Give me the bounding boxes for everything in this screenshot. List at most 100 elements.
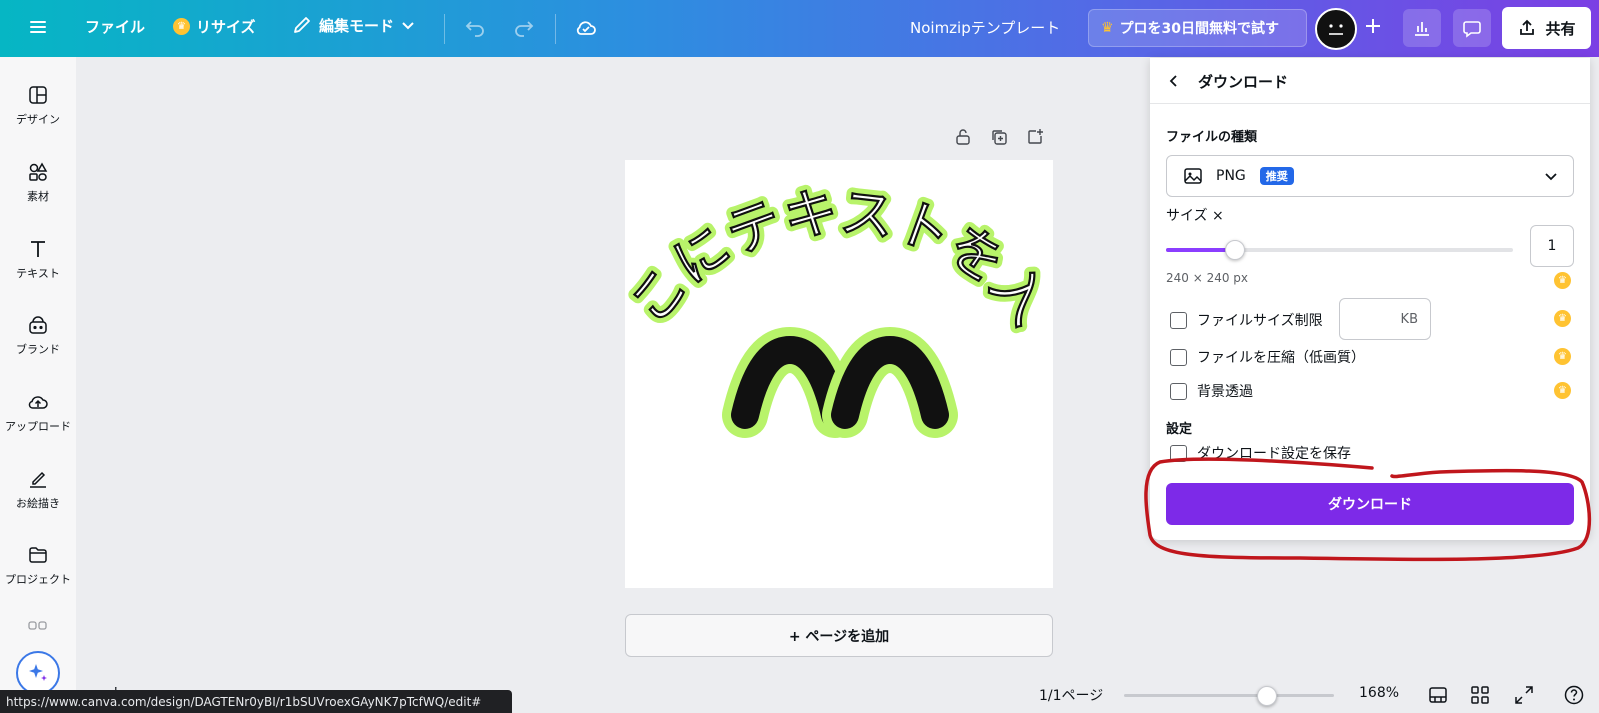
help-icon[interactable] (1563, 684, 1585, 706)
share-icon (1520, 19, 1535, 35)
document-title[interactable]: Noimzipテンプレート (910, 17, 1060, 38)
edit-mode-label: 編集モード (319, 16, 395, 35)
download-button[interactable]: ダウンロード (1166, 483, 1574, 525)
transparent-bg-checkbox[interactable] (1170, 382, 1187, 400)
resize-button[interactable]: ♛ リサイズ (173, 16, 256, 37)
crown-icon: ♛ (173, 18, 190, 35)
download-button-label: ダウンロード (1328, 497, 1412, 513)
sidebar-item-text[interactable]: テキスト (0, 224, 76, 294)
sidebar-item-label: ブランド (16, 342, 60, 356)
file-type-heading: ファイルの種類 (1166, 130, 1258, 145)
chevron-down-icon (1545, 173, 1557, 181)
grid-view-icon[interactable] (1469, 684, 1491, 706)
settings-heading: 設定 (1166, 422, 1193, 437)
page-tools (954, 128, 1044, 146)
pro-trial-button[interactable]: ♛ プロを30日間無料で試す (1088, 9, 1307, 47)
sidebar-item-draw[interactable]: お絵描き (0, 454, 76, 524)
file-menu-label: ファイル (85, 18, 146, 36)
avatar[interactable] (1315, 8, 1357, 50)
apps-icon[interactable] (28, 620, 48, 639)
arc-text: ここにテキストを入力 (625, 160, 1053, 336)
file-size-limit-checkbox[interactable] (1170, 311, 1187, 329)
zoom-slider[interactable] (1124, 686, 1334, 706)
sidebar-item-label: プロジェクト (5, 572, 71, 586)
document-title-text: Noimzipテンプレート (910, 19, 1061, 37)
url-text: https://www.canva.com/design/DAGTENr0yBI… (6, 694, 482, 709)
insights-button[interactable] (1403, 9, 1441, 47)
sidebar-item-uploads[interactable]: アップロード (0, 377, 76, 447)
compress-checkbox[interactable] (1170, 348, 1187, 366)
redo-icon (515, 21, 534, 37)
add-page-icon[interactable] (1026, 128, 1044, 146)
size-slider[interactable] (1166, 240, 1513, 260)
sidebar-item-projects[interactable]: プロジェクト (0, 530, 76, 600)
duplicate-page-icon[interactable] (990, 128, 1008, 146)
crown-icon: ♛ (1554, 382, 1571, 399)
fullscreen-icon[interactable] (1513, 684, 1535, 706)
image-icon (1184, 168, 1202, 184)
save-settings-option[interactable]: ダウンロード設定を保存 (1170, 443, 1351, 463)
zoom-level[interactable]: 168% (1359, 685, 1399, 701)
transparent-bg-label: 背景透過 (1197, 384, 1253, 400)
sidebar-item-label: デザイン (16, 112, 60, 126)
canvas-artwork: ここにテキストを入力 ここにテキストを入力 (592, 104, 1067, 438)
crown-icon: ♛ (1101, 20, 1114, 36)
text-icon (31, 240, 45, 257)
eyes-graphic (722, 326, 958, 438)
pro-trial-label: プロを30日間無料で試す (1119, 21, 1280, 37)
file-size-limit-input[interactable]: KB (1339, 298, 1431, 340)
draw-icon (30, 471, 46, 488)
size-slider-handle[interactable] (1225, 240, 1246, 260)
compress-option[interactable]: ファイルを圧縮（低画質） (1170, 347, 1365, 367)
lock-icon[interactable] (954, 128, 972, 146)
sparkle-icon (29, 664, 47, 681)
menu-button[interactable] (28, 17, 48, 37)
crown-icon: ♛ (1554, 310, 1571, 327)
file-type-select[interactable]: PNG 推奨 (1166, 155, 1574, 197)
kb-unit: KB (1400, 311, 1418, 327)
cloud-save-button[interactable] (574, 16, 598, 40)
back-arrow-icon[interactable] (1166, 73, 1182, 89)
edit-mode-button[interactable]: 編集モード (291, 14, 416, 36)
recommended-badge: 推奨 (1259, 167, 1294, 185)
layout-icon (29, 85, 47, 104)
cloud-upload-icon (28, 395, 48, 409)
shapes-icon (29, 161, 48, 181)
save-settings-label: ダウンロード設定を保存 (1197, 446, 1351, 462)
left-sidebar: デザイン 素材 テキスト ブランド アップロード お絵描き プロジェクト (0, 57, 76, 713)
size-input[interactable]: 1 (1530, 225, 1574, 267)
comments-button[interactable] (1453, 9, 1491, 47)
sidebar-item-brand[interactable]: ブランド (0, 300, 76, 370)
add-page-button[interactable]: + ページを追加 (625, 614, 1053, 657)
add-collaborator-button[interactable] (1361, 14, 1385, 38)
size-heading: サイズ × (1166, 208, 1224, 224)
url-status-tooltip: https://www.canva.com/design/DAGTENr0yBI… (0, 690, 512, 713)
undo-icon (465, 21, 484, 37)
page-indicator[interactable]: 1/1ページ (1039, 685, 1103, 705)
top-bar: ファイル ♛ リサイズ 編集モード Noimzipテンプレート ♛ プロを30日… (0, 0, 1599, 57)
zoom-slider-handle[interactable] (1256, 686, 1277, 706)
crown-icon: ♛ (1554, 272, 1571, 289)
share-button[interactable]: 共有 (1502, 7, 1591, 49)
undo-button[interactable] (464, 16, 486, 38)
sidebar-item-design[interactable]: デザイン (0, 70, 76, 140)
download-panel: ダウンロード ファイルの種類 PNG 推奨 サイズ × 1 240 × 240 … (1150, 58, 1590, 540)
transparent-bg-option[interactable]: 背景透過 (1170, 381, 1253, 401)
file-type-value: PNG (1216, 168, 1246, 184)
file-size-limit-label: ファイルサイズ制限 (1197, 313, 1323, 329)
arc-text-path: ここにテキストを入力 (597, 109, 1062, 337)
save-settings-checkbox[interactable] (1170, 444, 1187, 462)
magic-assistant-button[interactable] (16, 651, 60, 695)
design-canvas[interactable]: ここにテキストを入力 ここにテキストを入力 (592, 104, 1067, 588)
file-menu-button[interactable]: ファイル (85, 16, 145, 37)
bar-chart-icon (1415, 22, 1429, 36)
file-size-limit-option[interactable]: ファイルサイズ制限 (1170, 310, 1323, 330)
sidebar-item-elements[interactable]: 素材 (0, 147, 76, 217)
share-label: 共有 (1545, 19, 1576, 38)
sidebar-item-label: 素材 (27, 189, 49, 203)
pencil-icon (294, 17, 310, 33)
add-page-label: + ページを追加 (788, 628, 890, 645)
page-view-icon[interactable] (1427, 684, 1449, 706)
redo-button[interactable] (513, 16, 535, 38)
hamburger-icon (30, 21, 46, 33)
